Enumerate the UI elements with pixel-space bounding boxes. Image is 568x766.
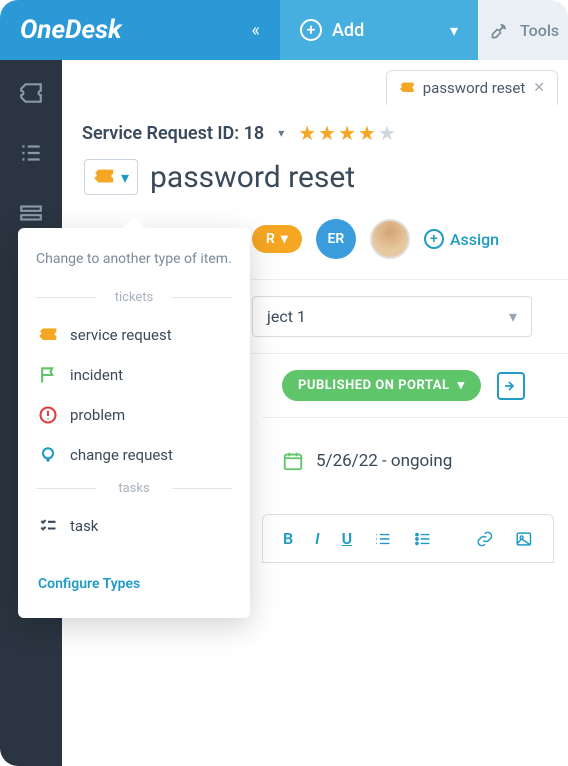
dropdown-section-tasks: tasks bbox=[36, 481, 232, 496]
option-label: change request bbox=[70, 446, 173, 464]
link-icon[interactable] bbox=[476, 530, 494, 548]
tools-button[interactable]: Tools bbox=[478, 0, 568, 60]
italic-button[interactable]: I bbox=[315, 529, 319, 548]
item-title[interactable]: password reset bbox=[150, 160, 355, 195]
chevron-down-icon: ▾ bbox=[509, 307, 517, 326]
portal-status-pill[interactable]: PUBLISHED ON PORTAL ▾ bbox=[282, 370, 481, 401]
item-type-selector[interactable]: ▾ bbox=[84, 159, 138, 195]
star-icon: ★ bbox=[318, 121, 336, 145]
ticket-icon bbox=[38, 325, 58, 345]
title-row: ▾ password reset bbox=[62, 151, 568, 211]
chevron-down-icon[interactable]: ▾ bbox=[278, 126, 284, 140]
image-icon[interactable] bbox=[515, 530, 533, 548]
date-range[interactable]: 5/26/22 - ongoing bbox=[316, 451, 452, 471]
project-name: ject 1 bbox=[267, 307, 306, 326]
item-header: Service Request ID: 18 ▾ ★ ★ ★ ★ ★ bbox=[62, 105, 568, 151]
list-bullet-icon[interactable] bbox=[414, 530, 432, 548]
avatar[interactable]: ER bbox=[316, 219, 356, 259]
underline-button[interactable]: U bbox=[342, 529, 353, 548]
top-bar: OneDesk « + Add ▾ Tools bbox=[0, 0, 568, 60]
avatar-initials: ER bbox=[328, 231, 345, 247]
chevron-down-icon: ▾ bbox=[121, 168, 129, 187]
assign-button[interactable]: + Assign bbox=[424, 229, 499, 249]
chevron-down-icon: ▾ bbox=[450, 21, 458, 40]
type-option-incident[interactable]: incident bbox=[18, 355, 250, 395]
ticket-nav-icon[interactable] bbox=[18, 80, 44, 106]
export-icon bbox=[503, 378, 519, 394]
bold-button[interactable]: B bbox=[283, 529, 293, 548]
tasks-nav-icon[interactable] bbox=[18, 140, 44, 166]
checklist-icon bbox=[38, 516, 58, 536]
plus-icon: + bbox=[300, 19, 322, 41]
bulb-icon bbox=[38, 445, 58, 465]
tools-label: Tools bbox=[520, 21, 559, 40]
dropdown-description: Change to another type of item. bbox=[18, 246, 250, 284]
alert-icon bbox=[38, 405, 58, 425]
collapse-sidebar-button[interactable]: « bbox=[252, 20, 260, 41]
chevron-down-icon: ▾ bbox=[458, 378, 465, 393]
export-button[interactable] bbox=[497, 372, 525, 400]
assign-label: Assign bbox=[450, 230, 499, 249]
flag-icon bbox=[38, 365, 58, 385]
type-option-change-request[interactable]: change request bbox=[18, 435, 250, 475]
option-label: service request bbox=[70, 326, 172, 344]
configure-types-link[interactable]: Configure Types bbox=[18, 546, 250, 608]
date-row: 5/26/22 - ongoing bbox=[262, 417, 568, 504]
service-request-id: Service Request ID: 18 bbox=[82, 123, 264, 144]
item-tab[interactable]: password reset ✕ bbox=[386, 70, 558, 105]
logo-area: OneDesk « bbox=[0, 0, 280, 60]
star-icon: ★ bbox=[378, 121, 396, 145]
app-logo: OneDesk bbox=[20, 15, 122, 45]
list-ordered-icon[interactable] bbox=[374, 530, 392, 548]
star-icon: ★ bbox=[298, 121, 316, 145]
requester-label: R bbox=[266, 231, 275, 247]
add-button-label: Add bbox=[332, 20, 364, 41]
type-option-task[interactable]: task bbox=[18, 506, 250, 546]
option-label: task bbox=[70, 517, 98, 535]
rating-stars[interactable]: ★ ★ ★ ★ ★ bbox=[298, 121, 396, 145]
type-option-service-request[interactable]: service request bbox=[18, 315, 250, 355]
avatar[interactable] bbox=[370, 219, 410, 259]
project-select[interactable]: ject 1 ▾ bbox=[252, 296, 532, 337]
chevron-down-icon: ▾ bbox=[281, 231, 288, 247]
close-icon[interactable]: ✕ bbox=[533, 80, 545, 96]
star-icon: ★ bbox=[358, 121, 376, 145]
editor-toolbar: B I U bbox=[262, 514, 554, 563]
option-label: problem bbox=[70, 406, 125, 424]
ticket-icon bbox=[399, 80, 415, 96]
add-button[interactable]: + Add ▾ bbox=[280, 0, 478, 60]
dropdown-section-tickets: tickets bbox=[36, 290, 232, 305]
star-icon: ★ bbox=[338, 121, 356, 145]
requester-pill[interactable]: R ▾ bbox=[252, 225, 302, 253]
ticket-icon bbox=[93, 166, 115, 188]
tabs-row: password reset ✕ bbox=[62, 60, 568, 105]
wrench-icon bbox=[490, 20, 510, 40]
option-label: incident bbox=[70, 366, 123, 384]
calendar-icon bbox=[282, 450, 304, 472]
item-type-dropdown: Change to another type of item. tickets … bbox=[18, 228, 250, 618]
type-option-problem[interactable]: problem bbox=[18, 395, 250, 435]
plus-icon: + bbox=[424, 229, 444, 249]
projects-nav-icon[interactable] bbox=[18, 200, 44, 226]
portal-status-label: PUBLISHED ON PORTAL bbox=[298, 378, 450, 393]
tab-title: password reset bbox=[423, 79, 526, 97]
